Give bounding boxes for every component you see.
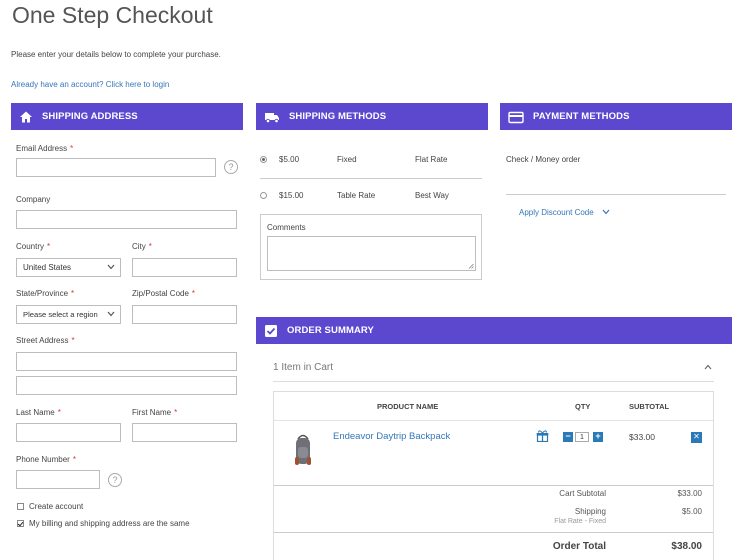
shipping-option-flat-rate-radio[interactable] (260, 156, 267, 163)
shipping-option-carrier: Fixed (337, 155, 357, 164)
home-icon (19, 110, 33, 124)
email-help-icon[interactable]: ? (224, 160, 238, 174)
chevron-down-icon (107, 310, 115, 319)
comments-textarea[interactable] (267, 236, 476, 271)
city-label: City * (132, 242, 152, 251)
qty-decrease-button[interactable]: − (563, 432, 573, 442)
table-row: Endeavor Daytrip Backpack − 1 + $33.00 ✕ (274, 421, 713, 483)
first-name-field[interactable] (132, 423, 237, 442)
street-line-2-field[interactable] (16, 376, 237, 395)
phone-label: Phone Number * (16, 455, 76, 464)
shipping-option-method: Best Way (415, 191, 449, 200)
column-header-product: PRODUCT NAME (377, 402, 439, 411)
product-thumbnail (291, 433, 315, 469)
shipping-option-price: $15.00 (279, 191, 304, 200)
column-header-qty: QTY (575, 402, 591, 411)
apply-discount-label: Apply Discount Code (519, 208, 594, 217)
zip-field[interactable] (132, 305, 237, 324)
page-title: One Step Checkout (12, 2, 213, 28)
payment-method-check[interactable]: Check / Money order (506, 155, 580, 164)
company-label: Company (16, 195, 51, 204)
country-select[interactable]: United States (16, 258, 121, 277)
company-field[interactable] (16, 210, 237, 229)
items-in-cart-toggle[interactable]: 1 Item in Cart (273, 362, 714, 382)
comments-section: Comments (260, 214, 482, 280)
login-link[interactable]: Already have an account? Click here to l… (11, 80, 169, 89)
cart-table: PRODUCT NAME QTY SUBTOTAL Endeavor Daytr… (273, 391, 714, 560)
order-summary-title: ORDER SUMMARY (287, 325, 374, 336)
create-account-label: Create account (29, 502, 84, 511)
last-name-field[interactable] (16, 423, 121, 442)
cart-subtotal-label: Cart Subtotal (559, 489, 606, 498)
qty-input[interactable]: 1 (575, 432, 589, 442)
country-label: Country * (16, 242, 51, 251)
email-field[interactable] (16, 158, 216, 177)
order-total-value: $38.00 (671, 541, 702, 552)
chevron-down-icon (602, 209, 610, 215)
divider (506, 194, 726, 195)
credit-card-icon (508, 110, 524, 124)
shipping-label: Shipping (574, 507, 606, 516)
qty-increase-button[interactable]: + (593, 432, 603, 442)
cart-subtotal-value: $33.00 (677, 489, 702, 498)
item-subtotal: $33.00 (629, 432, 655, 442)
state-label: State/Province * (16, 289, 75, 298)
shipping-option-method: Flat Rate (415, 155, 448, 164)
shipping-address-title: SHIPPING ADDRESS (42, 111, 138, 122)
country-value: United States (23, 263, 72, 272)
shipping-detail: Flat Rate - Fixed (554, 518, 606, 525)
truck-icon (264, 110, 280, 124)
order-total-label: Order Total (552, 541, 606, 552)
chevron-up-icon (704, 364, 712, 370)
check-square-icon (264, 324, 278, 338)
apply-discount-toggle[interactable]: Apply Discount Code (519, 208, 610, 217)
divider (273, 381, 714, 382)
divider (260, 178, 482, 179)
payment-methods-title: PAYMENT METHODS (533, 111, 630, 122)
shipping-methods-title: SHIPPING METHODS (289, 111, 387, 122)
remove-item-button[interactable]: ✕ (691, 432, 702, 443)
state-value: Please select a region (23, 310, 98, 319)
same-address-label: My billing and shipping address are the … (29, 519, 190, 528)
shipping-value: $5.00 (681, 507, 702, 516)
shipping-option-table-rate-radio[interactable] (260, 192, 267, 199)
state-select[interactable]: Please select a region (16, 305, 121, 324)
comments-label: Comments (267, 223, 306, 232)
phone-field[interactable] (16, 470, 100, 489)
first-name-label: First Name * (132, 408, 178, 417)
shipping-address-header: SHIPPING ADDRESS (11, 103, 243, 130)
zip-label: Zip/Postal Code * (132, 289, 196, 298)
street-line-1-field[interactable] (16, 352, 237, 371)
shipping-option-price: $5.00 (279, 155, 300, 164)
same-address-checkbox[interactable] (17, 520, 24, 527)
divider (274, 485, 713, 486)
intro-text: Please enter your details below to compl… (11, 50, 221, 59)
phone-help-icon[interactable]: ? (108, 473, 122, 487)
email-label: Email Address * (16, 144, 74, 153)
city-field[interactable] (132, 258, 237, 277)
shipping-methods-header: SHIPPING METHODS (256, 103, 488, 130)
divider (274, 532, 713, 533)
street-label: Street Address * (16, 336, 75, 345)
create-account-checkbox[interactable] (17, 503, 24, 510)
order-summary-header: ORDER SUMMARY (256, 317, 732, 344)
gift-icon[interactable] (536, 430, 549, 444)
chevron-down-icon (107, 263, 115, 272)
shipping-option-carrier: Table Rate (337, 191, 376, 200)
product-name-link[interactable]: Endeavor Daytrip Backpack (333, 431, 450, 442)
payment-methods-header: PAYMENT METHODS (500, 103, 732, 130)
last-name-label: Last Name * (16, 408, 61, 417)
resize-handle-icon[interactable] (468, 263, 474, 269)
items-in-cart-label: 1 Item in Cart (273, 362, 334, 373)
column-header-subtotal: SUBTOTAL (629, 402, 670, 411)
